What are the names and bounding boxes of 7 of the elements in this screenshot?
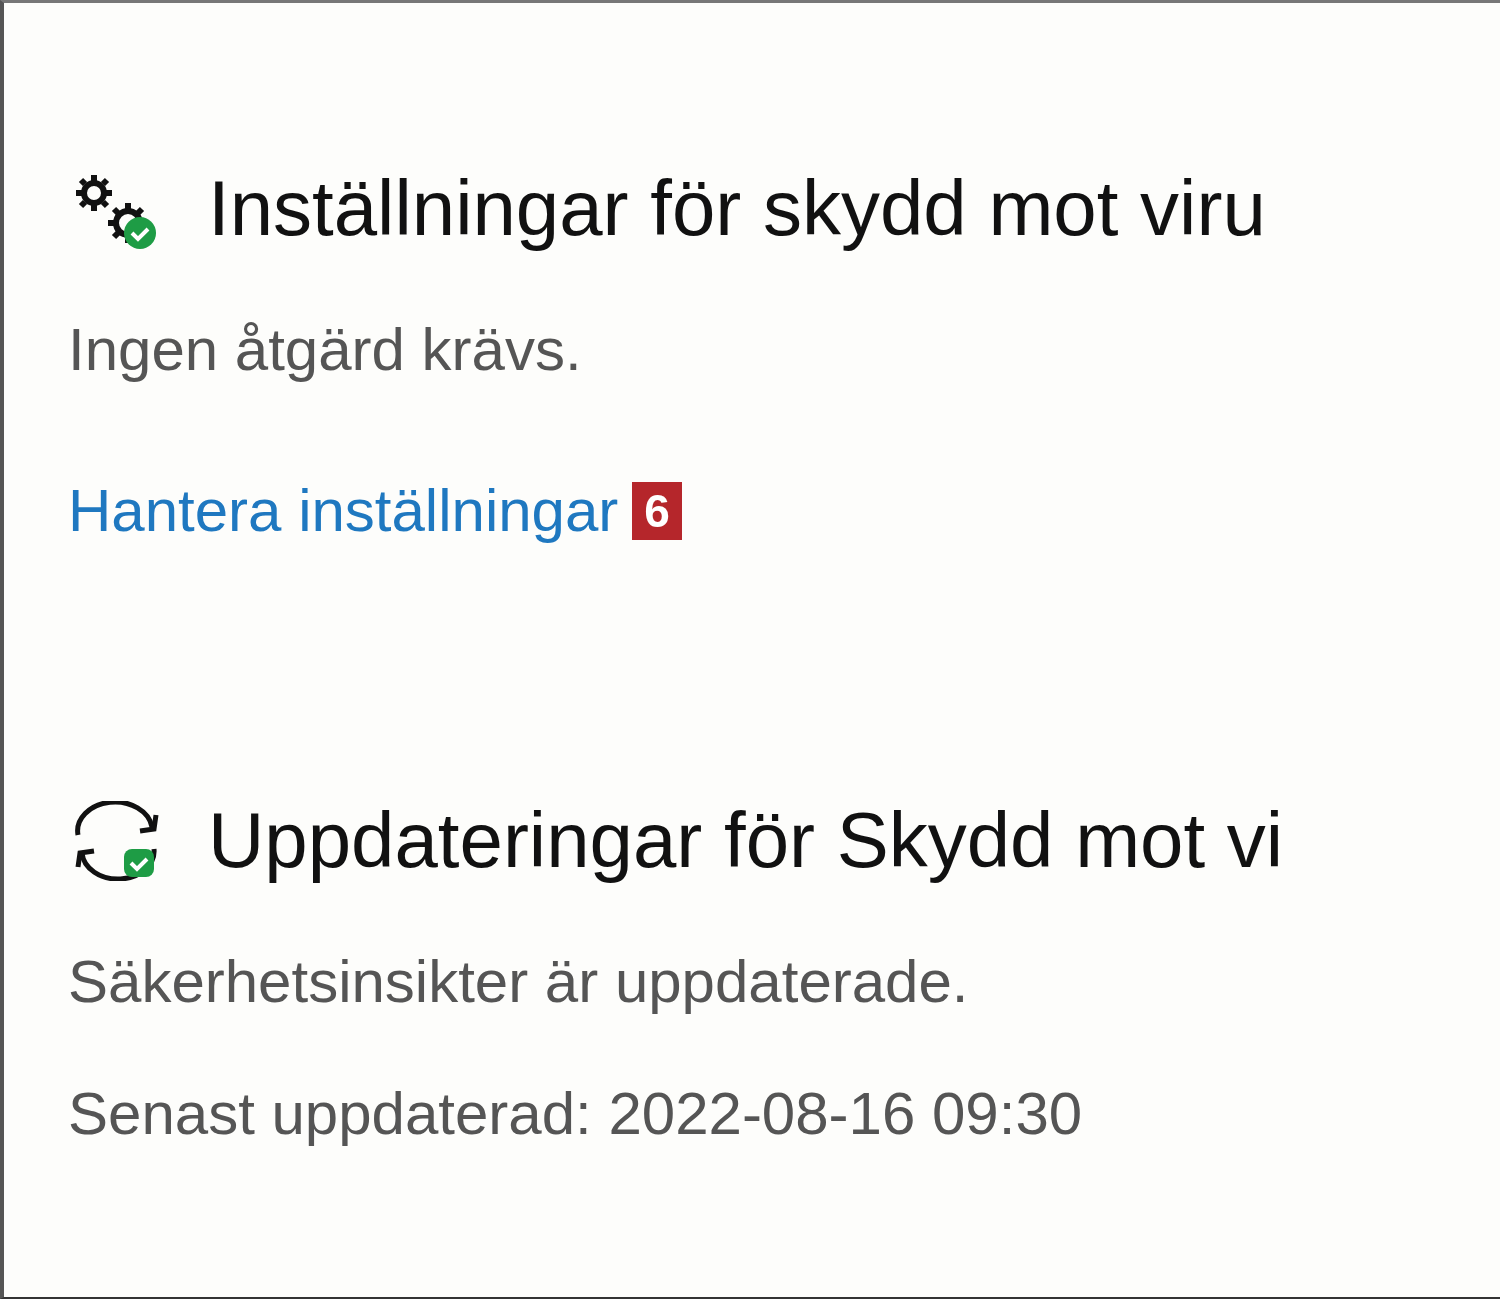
status-text: Ingen åtgärd krävs. bbox=[68, 315, 583, 385]
status-text: Säkerhetsinsikter är uppdaterade. bbox=[68, 947, 970, 1017]
section-title: Inställningar för skydd mot viru bbox=[208, 163, 1266, 254]
status-text: Senast uppdaterad: 2022-08-16 09:30 bbox=[68, 1079, 1084, 1149]
section-title: Uppdateringar för Skydd mot vi bbox=[208, 795, 1284, 886]
number-badge: 6 bbox=[632, 481, 682, 540]
manage-settings-link[interactable]: Hantera inställningar bbox=[68, 476, 619, 545]
